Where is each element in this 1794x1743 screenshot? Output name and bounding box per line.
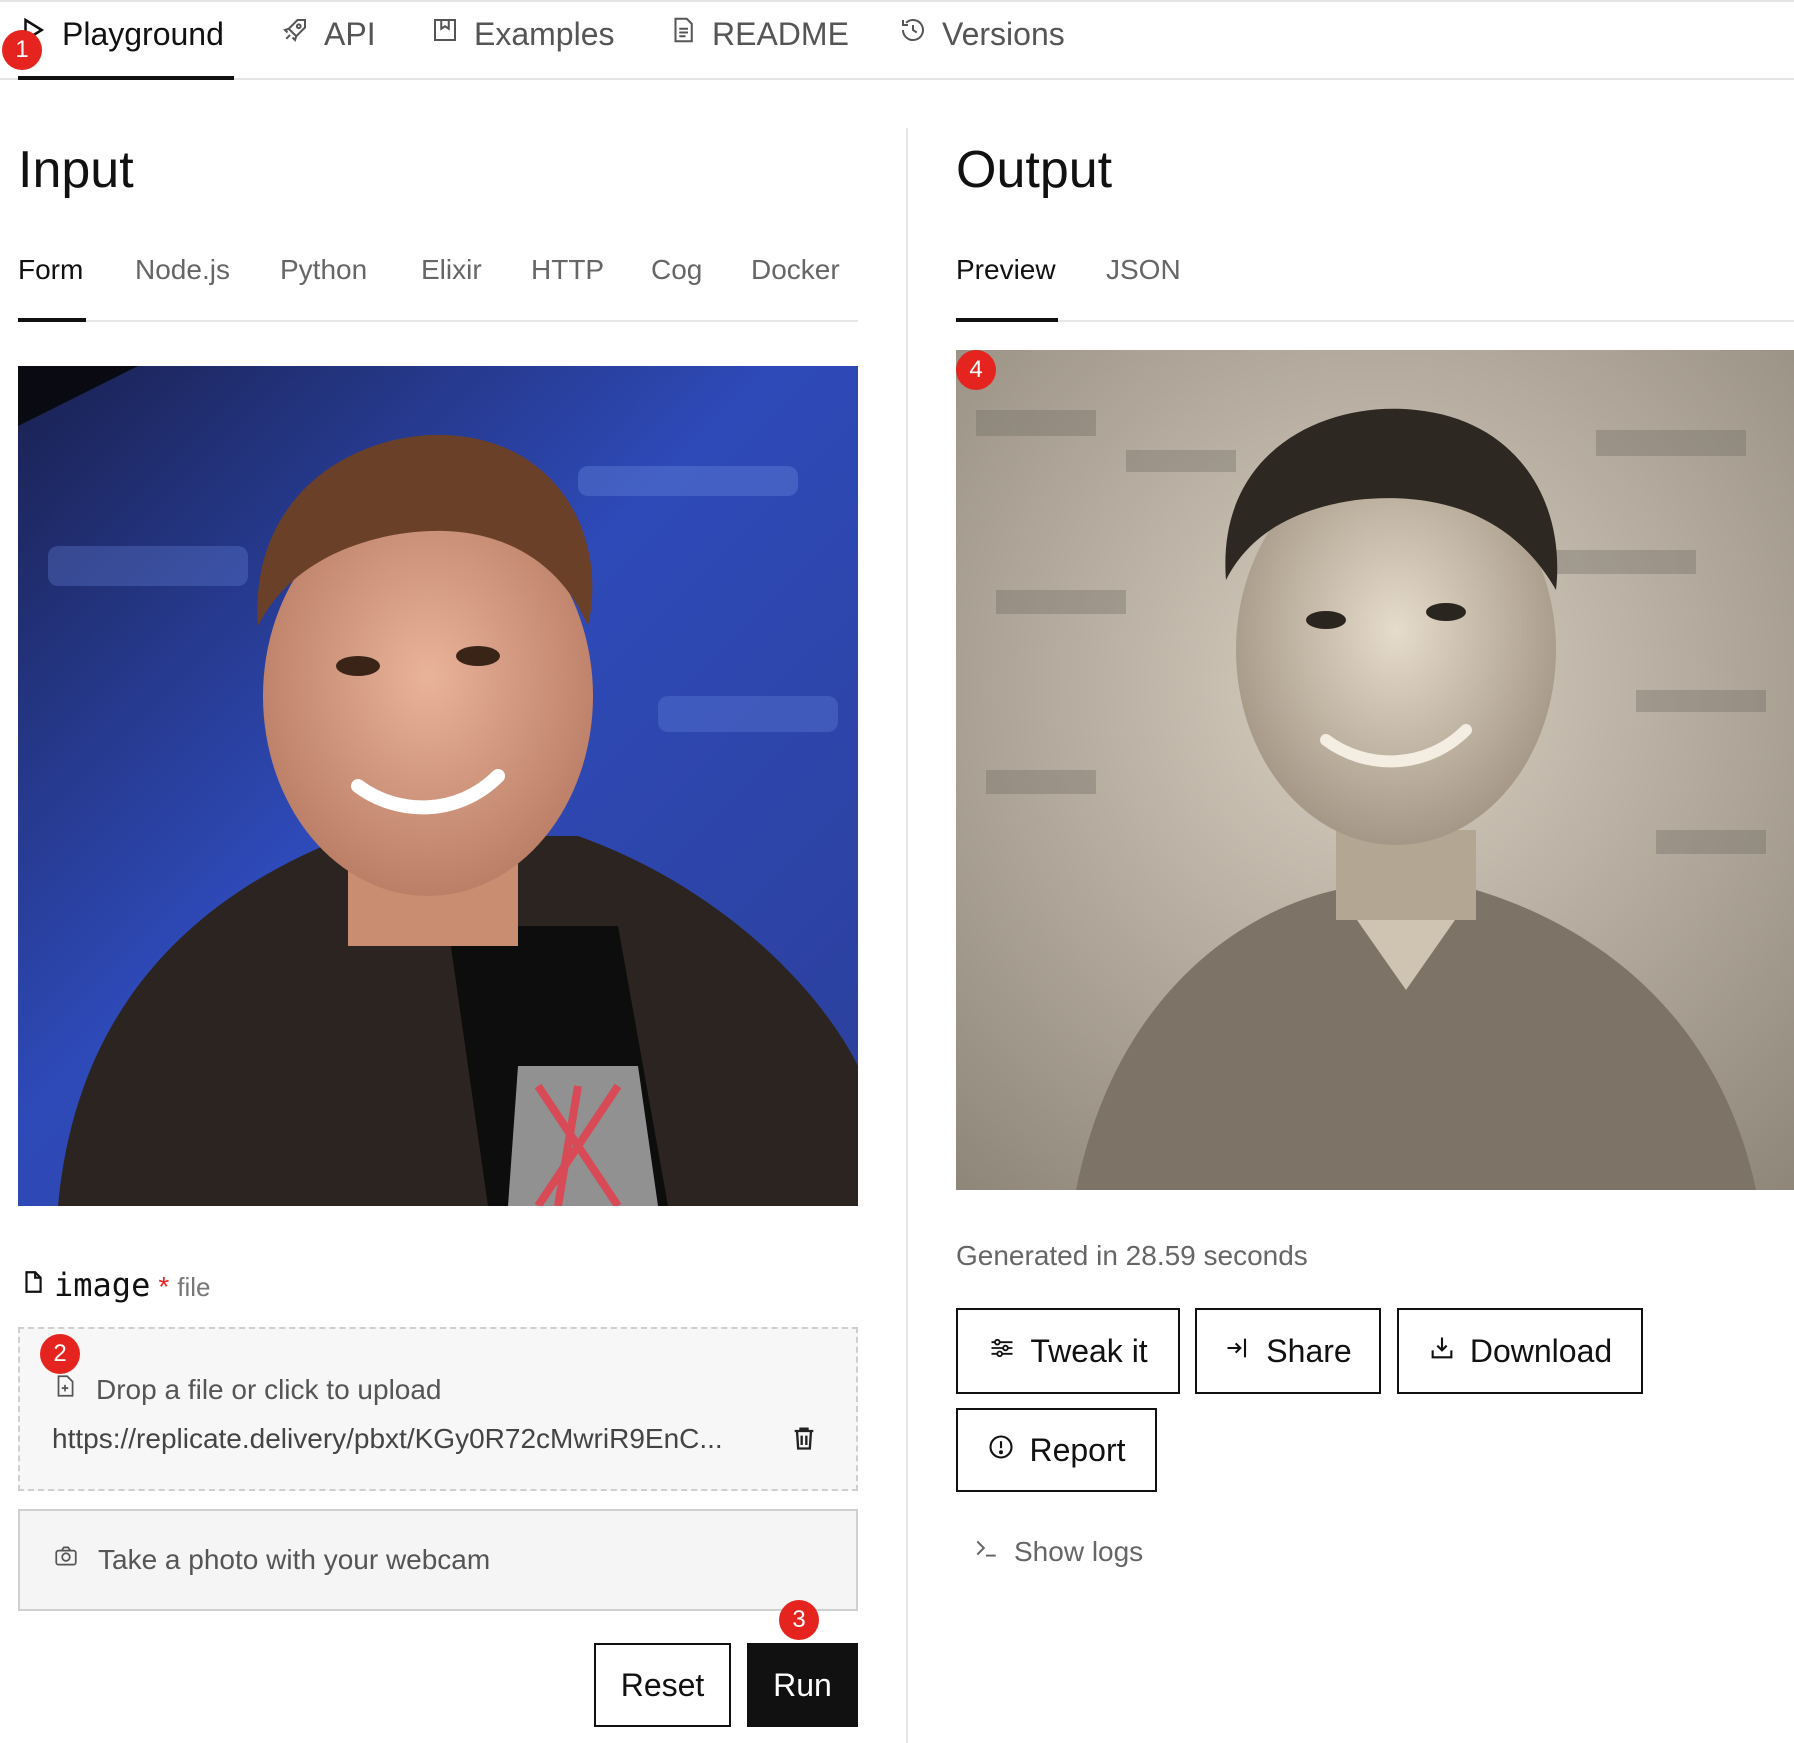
document-icon (668, 15, 698, 53)
alert-icon (987, 1432, 1015, 1469)
share-button[interactable]: Share (1195, 1308, 1381, 1394)
tab-form[interactable]: Form (18, 254, 83, 286)
tab-elixir[interactable]: Elixir (421, 254, 482, 286)
tab-playground[interactable]: Playground (18, 12, 224, 56)
reset-button[interactable]: Reset (594, 1643, 731, 1727)
tweak-button[interactable]: Tweak it (956, 1308, 1180, 1394)
tab-label: README (712, 15, 849, 52)
input-tabs: Form Node.js Python Elixir HTTP Cog Dock… (18, 240, 858, 322)
tab-label: Versions (942, 15, 1065, 52)
top-nav: Playground API Examples README Versions (0, 0, 1794, 80)
output-title: Output (956, 141, 1113, 199)
show-logs-label: Show logs (1014, 1535, 1144, 1567)
tweak-label: Tweak it (1030, 1332, 1148, 1369)
tab-label: API (324, 15, 376, 52)
field-name: image (54, 1266, 151, 1304)
required-mark: * (158, 1271, 170, 1302)
tab-nodejs[interactable]: Node.js (135, 254, 230, 286)
camera-icon (52, 1543, 80, 1576)
tab-label: Playground (62, 15, 224, 52)
file-dropzone[interactable]: Drop a file or click to upload https://r… (18, 1327, 858, 1491)
bookmark-icon (430, 15, 460, 53)
annotation-badge: 3 (779, 1600, 819, 1640)
tab-preview[interactable]: Preview (956, 254, 1056, 286)
share-label: Share (1266, 1332, 1352, 1369)
image-field-label: image * file (20, 1266, 210, 1304)
run-button[interactable]: Run (747, 1643, 858, 1727)
show-logs-toggle[interactable]: Show logs (972, 1535, 1143, 1568)
generated-time: Generated in 28.59 seconds (956, 1240, 1308, 1271)
input-title: Input (18, 141, 134, 199)
tab-readme[interactable]: README (668, 12, 849, 56)
webcam-button[interactable]: Take a photo with your webcam (18, 1509, 858, 1611)
share-icon (1224, 1333, 1252, 1370)
output-tabs: Preview JSON (956, 240, 1794, 322)
tab-versions[interactable]: Versions (898, 12, 1065, 56)
sliders-icon (988, 1333, 1016, 1370)
input-image-preview (18, 366, 858, 1206)
trash-icon[interactable] (790, 1423, 818, 1458)
history-icon (898, 15, 928, 53)
annotation-badge: 2 (40, 1334, 80, 1374)
tab-cog[interactable]: Cog (651, 254, 702, 286)
download-button[interactable]: Download (1397, 1308, 1643, 1394)
file-icon (20, 1268, 46, 1301)
report-button[interactable]: Report (956, 1408, 1157, 1492)
active-tab-indicator (956, 318, 1058, 322)
dropzone-prompt[interactable]: Drop a file or click to upload (52, 1371, 442, 1408)
field-type: file (177, 1272, 211, 1302)
tab-api[interactable]: API (280, 12, 376, 56)
tab-label: Examples (474, 15, 615, 52)
file-plus-icon (52, 1371, 78, 1408)
annotation-badge: 4 (956, 350, 996, 390)
annotation-badge: 1 (2, 30, 42, 70)
webcam-prompt: Take a photo with your webcam (52, 1543, 490, 1576)
file-url: https://replicate.delivery/pbxt/KGy0R72c… (52, 1423, 723, 1454)
dropzone-text: Drop a file or click to upload (96, 1373, 442, 1405)
column-divider (906, 128, 908, 1743)
tab-python[interactable]: Python (280, 254, 367, 286)
output-image-preview (956, 350, 1794, 1190)
download-icon (1428, 1333, 1456, 1370)
tab-json[interactable]: JSON (1106, 254, 1181, 286)
rocket-icon (280, 15, 310, 53)
download-label: Download (1469, 1332, 1613, 1369)
active-tab-indicator (18, 318, 86, 322)
report-label: Report (1029, 1431, 1126, 1468)
tab-examples[interactable]: Examples (430, 12, 615, 56)
active-tab-indicator (18, 76, 234, 80)
webcam-text: Take a photo with your webcam (98, 1543, 491, 1575)
terminal-icon (972, 1535, 1000, 1568)
tab-http[interactable]: HTTP (531, 254, 604, 286)
tab-docker[interactable]: Docker (751, 254, 840, 286)
